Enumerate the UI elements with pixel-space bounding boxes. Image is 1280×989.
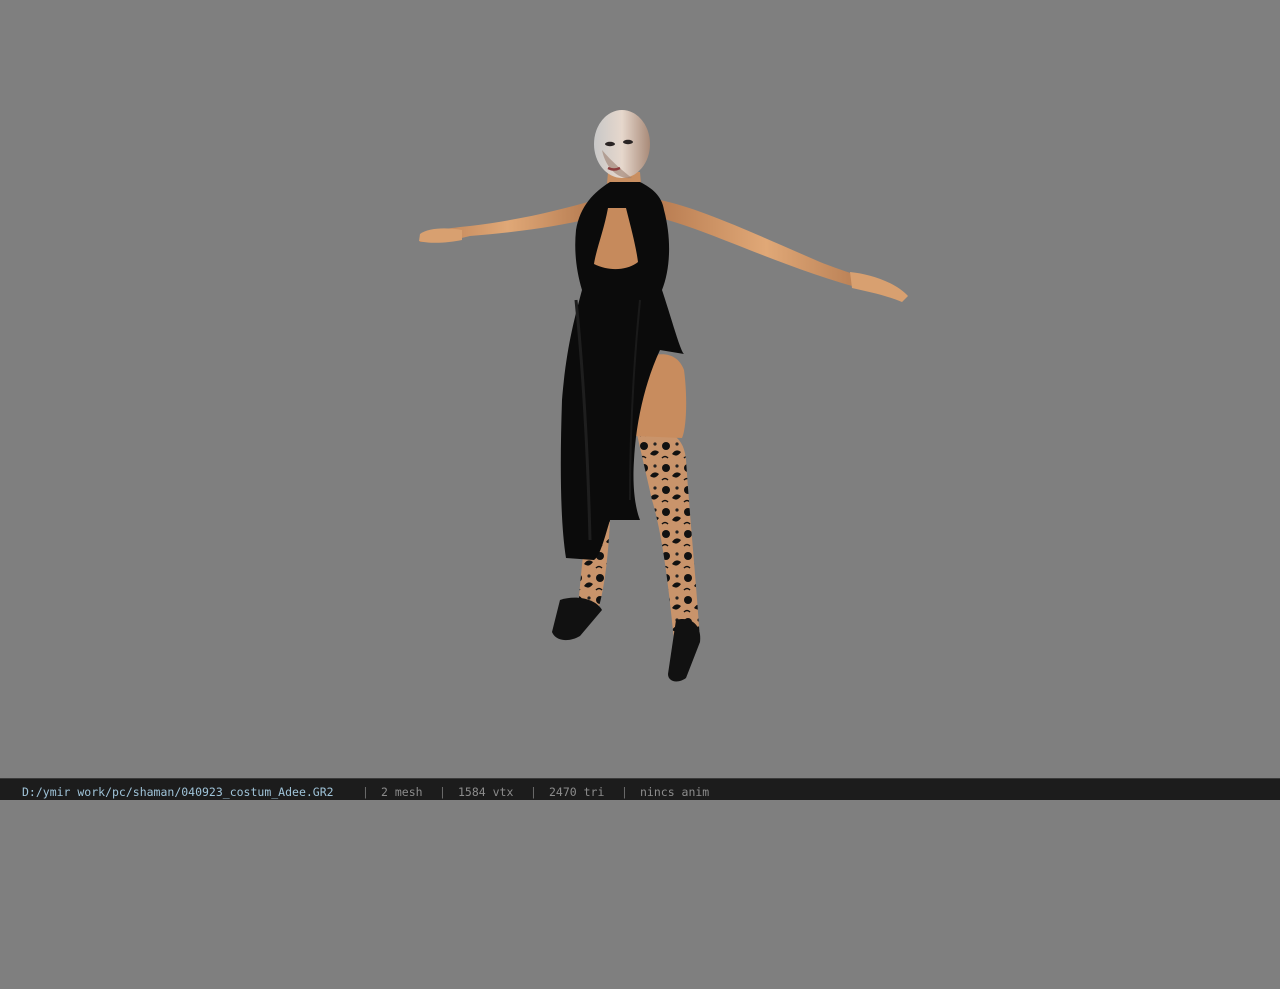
right-hand [850, 272, 908, 302]
character-model [419, 110, 908, 682]
head [594, 110, 650, 178]
left-hand [419, 228, 462, 243]
eye-right [623, 139, 633, 145]
eye-left [605, 141, 615, 147]
status-bar: D:/ymir work/pc/shaman/040923_costum_Ade… [0, 778, 1280, 800]
3d-viewport[interactable] [0, 0, 1280, 778]
right-arm [660, 200, 872, 290]
left-shoe [552, 597, 602, 641]
